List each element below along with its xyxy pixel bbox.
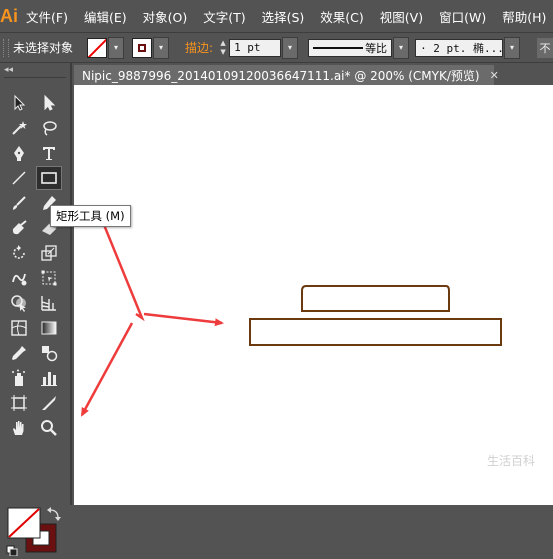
- brush-dropdown[interactable]: ▾: [504, 36, 521, 59]
- document-tab-bar: Nipic_9887996_20140109120036647111.ai* @…: [74, 63, 553, 85]
- tools-panel: ◂◂: [0, 63, 72, 557]
- menu-file[interactable]: 文件(F): [18, 7, 76, 26]
- stroke-swatch[interactable]: [132, 37, 153, 58]
- stroke-profile-dropdown[interactable]: ▾: [393, 36, 410, 59]
- menu-object[interactable]: 对象(O): [135, 7, 196, 26]
- stroke-label[interactable]: 描边:: [185, 39, 213, 56]
- stroke-weight-stepper[interactable]: ▲ ▼: [217, 38, 229, 58]
- fill-swatch[interactable]: [87, 37, 108, 58]
- menu-bar: Ai 文件(F) 编辑(E) 对象(O) 文字(T) 选择(S) 效果(C) 视…: [0, 0, 553, 32]
- stroke-profile-preview: [313, 46, 364, 49]
- artboard-icon[interactable]: [6, 391, 32, 415]
- stroke-profile-field[interactable]: 等比: [308, 38, 393, 57]
- magic-wand-icon[interactable]: [6, 116, 32, 140]
- watermark-text: 生活百科: [486, 454, 535, 468]
- mesh-icon[interactable]: [6, 316, 32, 340]
- fill-dropdown[interactable]: ▾: [108, 36, 125, 59]
- menu-window[interactable]: 窗口(W): [431, 7, 494, 26]
- pen-icon[interactable]: [6, 141, 32, 165]
- line-segment-icon[interactable]: [6, 166, 32, 190]
- paintbrush-icon[interactable]: [6, 191, 32, 215]
- fill-stroke-widget: [6, 506, 62, 557]
- rectangle-shape[interactable]: [249, 318, 502, 346]
- menu-type[interactable]: 文字(T): [195, 7, 253, 26]
- eyedropper-icon[interactable]: [6, 341, 32, 365]
- blob-brush-icon[interactable]: [6, 216, 32, 240]
- tool-tooltip: 矩形工具 (M): [50, 205, 131, 227]
- menu-view[interactable]: 视图(V): [372, 7, 431, 26]
- lasso-icon[interactable]: [36, 116, 62, 140]
- panel-grip[interactable]: [3, 38, 9, 57]
- menu-effect[interactable]: 效果(C): [312, 7, 371, 26]
- selection-icon[interactable]: [6, 91, 32, 115]
- rounded-rectangle-shape[interactable]: [301, 285, 450, 312]
- menu-edit[interactable]: 编辑(E): [76, 7, 135, 26]
- rectangle-icon[interactable]: [36, 166, 62, 190]
- control-bar: 未选择对象 ▾ ▾ 描边: ▲ ▼ 1 pt ▾ 等比 ▾ · 2 pt. 椭..…: [0, 32, 553, 63]
- annotation-arrows: [80, 213, 224, 417]
- blend-icon[interactable]: [36, 341, 62, 365]
- artboard-canvas[interactable]: 矩形工具 (M) 生活百科: [50, 85, 553, 505]
- stroke-weight-field[interactable]: 1 pt: [229, 38, 282, 57]
- close-icon[interactable]: ✕: [490, 69, 499, 82]
- selection-status: 未选择对象: [13, 41, 74, 55]
- scale-icon[interactable]: [36, 241, 62, 265]
- free-transform-icon[interactable]: [36, 266, 62, 290]
- app-logo: Ai: [0, 5, 18, 26]
- hand-icon[interactable]: [6, 416, 32, 440]
- slice-icon[interactable]: [36, 391, 62, 415]
- brush-definition-field[interactable]: · 2 pt. 椭...: [415, 38, 504, 57]
- stroke-dropdown[interactable]: ▾: [153, 36, 170, 59]
- zoom-icon[interactable]: [36, 416, 62, 440]
- stroke-weight-dropdown[interactable]: ▾: [282, 36, 299, 59]
- default-fill-stroke-icon[interactable]: [6, 545, 18, 557]
- opacity-label-truncated[interactable]: 不: [537, 38, 553, 58]
- tools-divider: [4, 77, 66, 78]
- symbol-sprayer-icon[interactable]: [6, 366, 32, 390]
- fill-color-box[interactable]: [7, 507, 41, 539]
- document-tab[interactable]: Nipic_9887996_20140109120036647111.ai* @…: [74, 65, 499, 85]
- document-tab-title: Nipic_9887996_20140109120036647111.ai* @…: [82, 68, 480, 83]
- warp-icon[interactable]: [6, 266, 32, 290]
- gradient-icon[interactable]: [36, 316, 62, 340]
- shape-builder-icon[interactable]: [6, 291, 32, 315]
- direct-selection-icon[interactable]: [36, 91, 62, 115]
- column-graph-icon[interactable]: [36, 366, 62, 390]
- type-icon[interactable]: [36, 141, 62, 165]
- stroke-profile-label: 等比: [365, 41, 388, 55]
- swap-fill-stroke-icon[interactable]: [47, 507, 61, 521]
- menu-help[interactable]: 帮助(H): [494, 7, 553, 26]
- perspective-grid-icon[interactable]: [36, 291, 62, 315]
- tools-collapse-icon[interactable]: ◂◂: [0, 63, 70, 77]
- rotate-icon[interactable]: [6, 241, 32, 265]
- menu-select[interactable]: 选择(S): [254, 7, 313, 26]
